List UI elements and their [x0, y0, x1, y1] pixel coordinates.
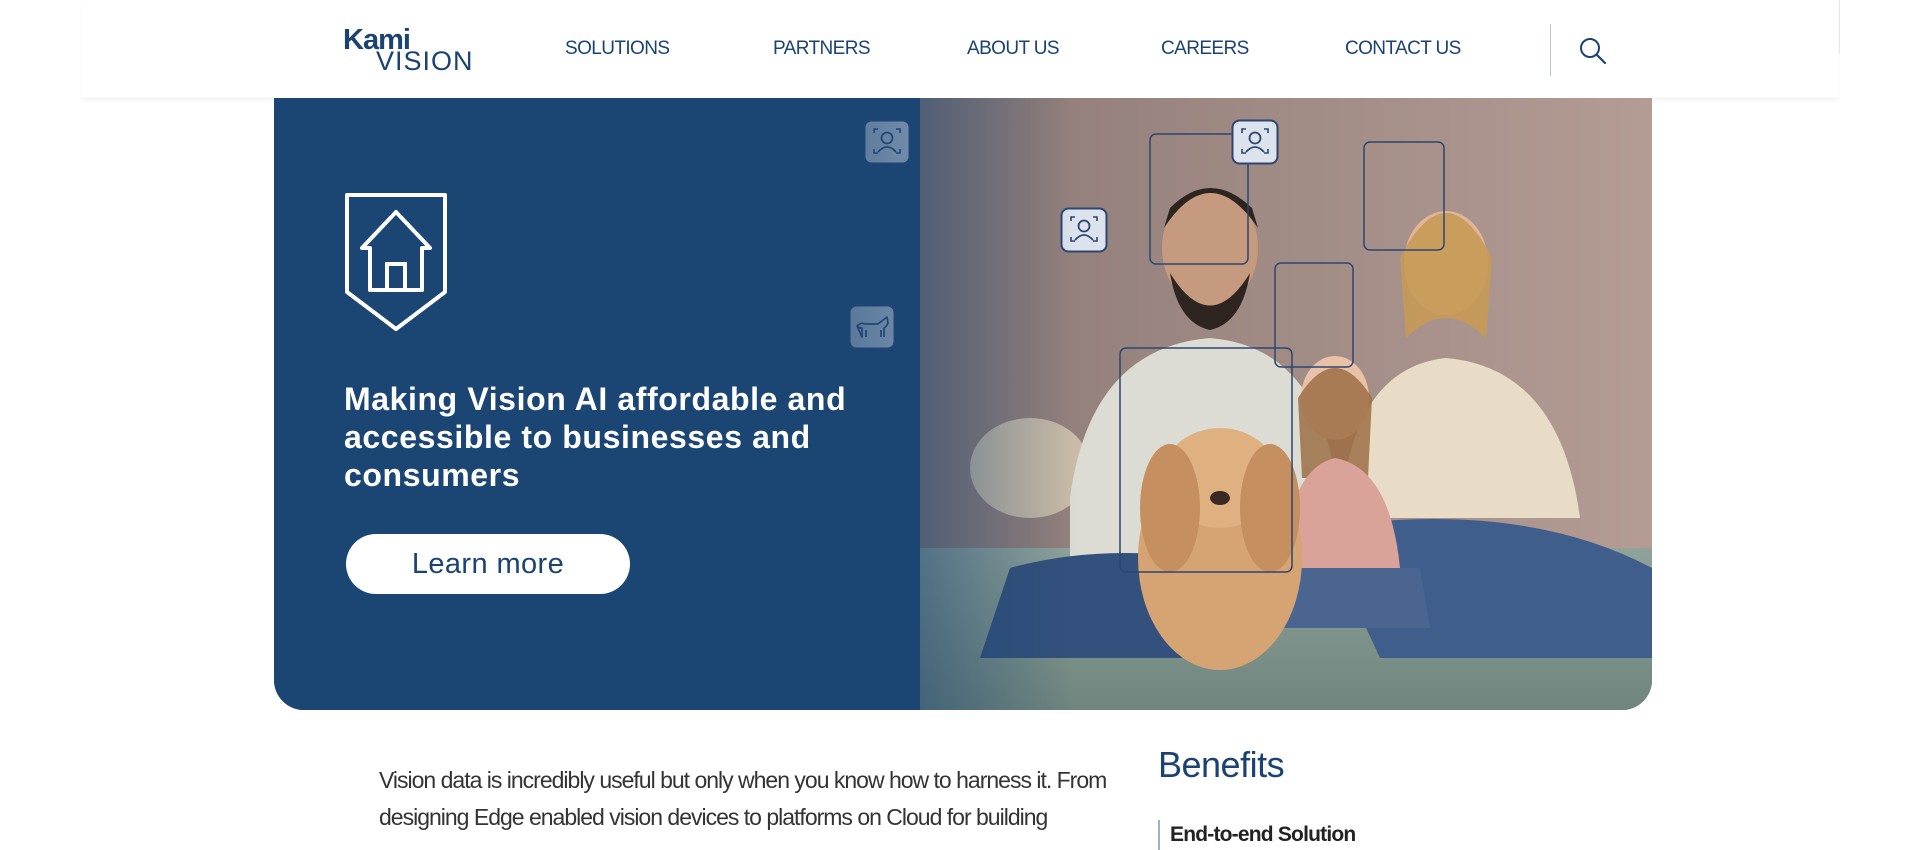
search-icon [1580, 38, 1607, 65]
benefit-end-to-end-solution[interactable]: End-to-end Solution [1158, 820, 1356, 850]
header-edge-line [1839, 0, 1840, 54]
nav-contact-us[interactable]: CONTACT US [1345, 38, 1461, 60]
nav-solutions[interactable]: SOLUTIONS [565, 38, 670, 60]
nav-divider [1550, 24, 1551, 76]
nav-about-us[interactable]: ABOUT US [967, 38, 1060, 60]
logo-wordmark-vision: VISION [376, 46, 474, 76]
home-shield-icon [345, 193, 447, 331]
search-button[interactable] [1578, 36, 1608, 66]
hero-banner: Making Vision AI affordable and accessib… [274, 98, 1652, 710]
intro-paragraph: Vision data is incredibly useful but onl… [379, 767, 1107, 830]
kami-vision-logo[interactable]: Kami VISION [343, 24, 473, 76]
hero-headline: Making Vision AI affordable and accessib… [344, 381, 847, 493]
benefits-heading: Benefits [1158, 744, 1285, 785]
nav-careers[interactable]: CAREERS [1161, 38, 1249, 60]
nav-partners[interactable]: PARTNERS [773, 38, 871, 60]
learn-more-button[interactable]: Learn more [346, 534, 630, 594]
face-detect-icon [1231, 119, 1279, 165]
